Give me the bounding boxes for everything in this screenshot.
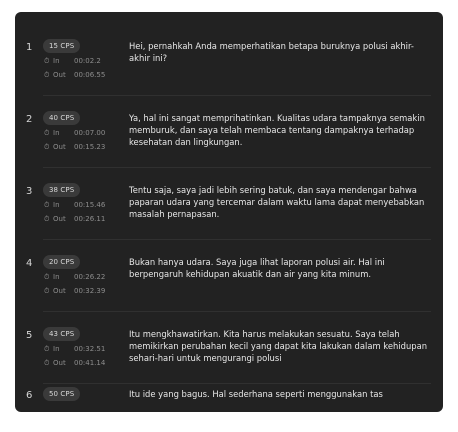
stopwatch-icon: ⏱ xyxy=(44,359,50,367)
stopwatch-icon: ⏱ xyxy=(44,273,50,281)
in-time[interactable]: ⏱ In 00:02.2 xyxy=(44,57,101,66)
segment-number: 3 xyxy=(26,186,33,197)
segment-text[interactable]: Ya, hal ini sangat memprihatinkan. Kuali… xyxy=(129,112,431,149)
cps-badge: 38 CPS xyxy=(43,183,81,197)
out-time[interactable]: ⏱ Out 00:06.55 xyxy=(44,71,105,80)
segment-number: 6 xyxy=(26,390,33,401)
stopwatch-icon: ⏱ xyxy=(44,71,50,79)
out-time[interactable]: ⏱ Out 00:32.39 xyxy=(44,287,105,296)
segment-number: 5 xyxy=(26,330,33,341)
in-time[interactable]: ⏱ In 00:32.51 xyxy=(44,345,105,354)
stopwatch-icon: ⏱ xyxy=(44,57,50,65)
segment-text[interactable]: Itu ide yang bagus. Hal sederhana sepert… xyxy=(129,388,431,400)
segment-row[interactable]: 2 40 CPS ⏱ In 00:07.00 ⏱ Out 00:15.23 Ya, ha… xyxy=(15,96,443,168)
segment-row[interactable]: 1 15 CPS ⏱ In 00:02.2 ⏱ Out 00:06.55 Hei, pe… xyxy=(15,24,443,96)
out-time[interactable]: ⏱ Out 00:41.14 xyxy=(44,359,105,368)
segment-number: 1 xyxy=(26,42,33,53)
stopwatch-icon: ⏱ xyxy=(44,215,50,223)
stopwatch-icon: ⏱ xyxy=(44,287,50,295)
in-time[interactable]: ⏱ In 00:07.00 xyxy=(44,129,105,138)
stopwatch-icon: ⏱ xyxy=(44,143,50,151)
segment-number: 4 xyxy=(26,258,33,269)
in-time[interactable]: ⏱ In 00:15.46 xyxy=(44,201,105,210)
stopwatch-icon: ⏱ xyxy=(44,201,50,209)
cps-badge: 20 CPS xyxy=(43,255,81,269)
segment-number: 2 xyxy=(26,114,33,125)
cps-badge: 40 CPS xyxy=(43,111,81,125)
segment-text[interactable]: Itu mengkhawatirkan. Kita harus melakuka… xyxy=(129,328,431,365)
segment-row[interactable]: 4 20 CPS ⏱ In 00:26.22 ⏱ Out 00:32.39 Bukan … xyxy=(15,240,443,312)
stopwatch-icon: ⏱ xyxy=(44,129,50,137)
cps-badge: 43 CPS xyxy=(43,327,81,341)
segment-text[interactable]: Bukan hanya udara. Saya juga lihat lapor… xyxy=(129,256,431,280)
out-time[interactable]: ⏱ Out 00:26.11 xyxy=(44,215,105,224)
in-time[interactable]: ⏱ In 00:26.22 xyxy=(44,273,105,282)
cps-badge: 15 CPS xyxy=(43,39,81,53)
segment-text[interactable]: Hei, pernahkah Anda memperhatikan betapa… xyxy=(129,40,431,64)
stopwatch-icon: ⏱ xyxy=(44,345,50,353)
segment-text[interactable]: Tentu saja, saya jadi lebih sering batuk… xyxy=(129,184,431,221)
segment-row[interactable]: 6 50 CPS Itu ide yang bagus. Hal sederha… xyxy=(15,372,443,412)
subtitle-segment-list: 1 15 CPS ⏱ In 00:02.2 ⏱ Out 00:06.55 Hei, pe… xyxy=(15,12,443,412)
segment-row[interactable]: 3 38 CPS ⏱ In 00:15.46 ⏱ Out 00:26.11 Tentu … xyxy=(15,168,443,240)
cps-badge: 50 CPS xyxy=(43,387,81,401)
out-time[interactable]: ⏱ Out 00:15.23 xyxy=(44,143,105,152)
